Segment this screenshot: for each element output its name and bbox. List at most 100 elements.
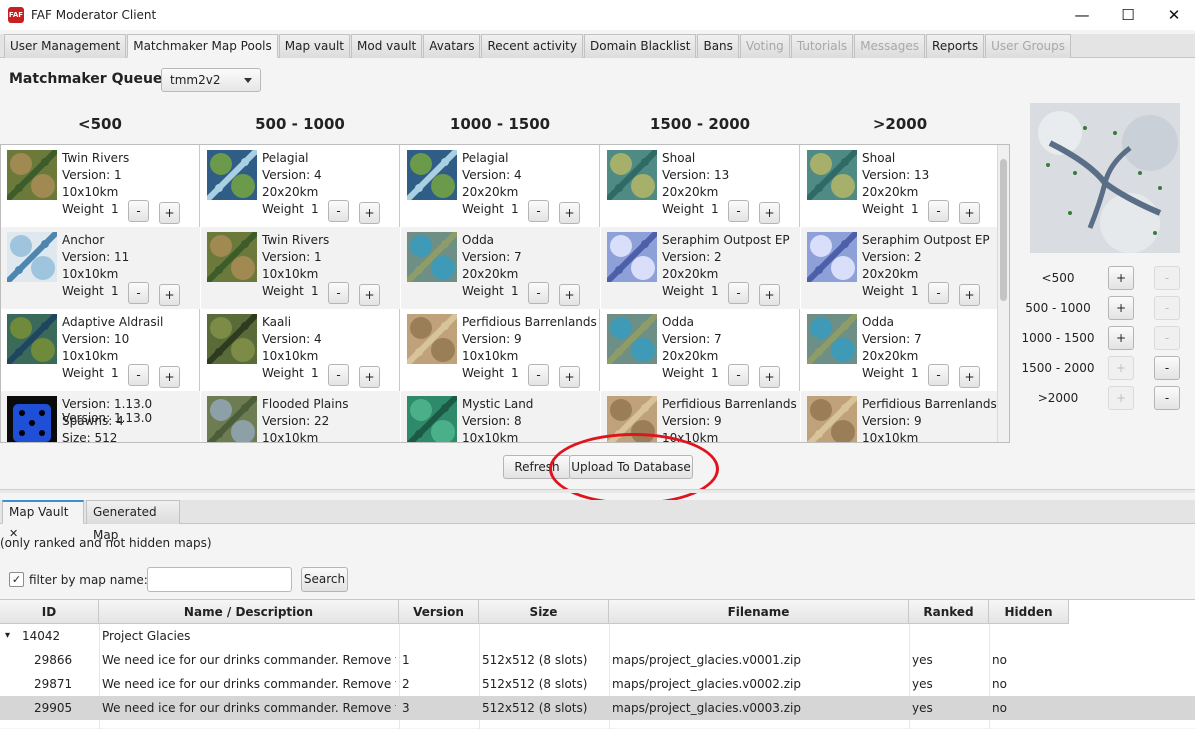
tab-user-management[interactable]: User Management bbox=[4, 34, 127, 58]
increase-weight-button[interactable]: + bbox=[159, 284, 180, 306]
decrease-weight-button[interactable]: - bbox=[328, 282, 349, 304]
tab-mod-vault[interactable]: Mod vault bbox=[351, 34, 423, 58]
column-header-id[interactable]: ID bbox=[0, 600, 99, 624]
weight-label: Weight bbox=[462, 284, 504, 298]
remove-from-bracket-button[interactable]: - bbox=[1154, 356, 1180, 380]
increase-weight-button[interactable]: + bbox=[159, 366, 180, 388]
map-pool-entry[interactable]: Twin Rivers Version: 1 10x10km Weight 1- + bbox=[1, 145, 200, 227]
decrease-weight-button[interactable]: - bbox=[128, 200, 149, 222]
map-version: Version: 1 bbox=[262, 250, 322, 264]
decrease-weight-button[interactable]: - bbox=[928, 200, 949, 222]
cell-hidden bbox=[992, 624, 1066, 648]
decrease-weight-button[interactable]: - bbox=[328, 200, 349, 222]
increase-weight-button[interactable]: + bbox=[359, 202, 380, 224]
tab-map-vault[interactable]: Map Vault ✕ bbox=[2, 500, 84, 540]
decrease-weight-button[interactable]: - bbox=[728, 364, 749, 386]
decrease-weight-button[interactable]: - bbox=[928, 364, 949, 386]
tab-bans[interactable]: Bans bbox=[697, 34, 739, 58]
column-header-hidden[interactable]: Hidden bbox=[989, 600, 1069, 624]
increase-weight-button[interactable]: + bbox=[559, 284, 580, 306]
add-to-bracket-button[interactable]: + bbox=[1108, 326, 1134, 350]
tab-domain-blacklist[interactable]: Domain Blacklist bbox=[583, 34, 697, 58]
tab-reports[interactable]: Reports bbox=[926, 34, 985, 58]
map-pool-entry[interactable]: Seraphim Outpost EP Version: 2 20x20km Weig… bbox=[801, 227, 1000, 309]
map-pool-entry[interactable]: Shoal Version: 13 20x20km Weight 1- + bbox=[801, 145, 1000, 227]
decrease-weight-button[interactable]: - bbox=[128, 282, 149, 304]
close-button[interactable]: ✕ bbox=[1151, 0, 1195, 30]
expand-toggle-icon[interactable]: ▾ bbox=[5, 624, 10, 648]
cell-name: We need ice for our drinks commander. Re… bbox=[102, 653, 396, 667]
increase-weight-button[interactable]: + bbox=[159, 202, 180, 224]
decrease-weight-button[interactable]: - bbox=[928, 282, 949, 304]
map-name: Odda bbox=[862, 315, 895, 329]
vault-filter-hint: (only ranked and not hidden maps) bbox=[0, 536, 212, 550]
cell-version bbox=[402, 624, 476, 648]
map-pool-entry[interactable]: Odda Version: 7 20x20km Weight 1- + bbox=[601, 309, 800, 391]
map-name-filter-input[interactable] bbox=[147, 567, 292, 592]
map-pool-entry[interactable]: Kaali Version: 4 10x10km Weight 1- + bbox=[201, 309, 400, 391]
map-pool-entry[interactable]: Seraphim Outpost EP Version: 2 20x20km Weig… bbox=[601, 227, 800, 309]
cell-version: 3 bbox=[402, 701, 410, 715]
add-to-bracket-label: 1500 - 2000 bbox=[1021, 361, 1095, 375]
map-thumbnail bbox=[407, 150, 457, 200]
filter-by-name-checkbox[interactable]: ✓ bbox=[9, 572, 24, 587]
map-pool-entry[interactable]: Pelagial Version: 4 20x20km Weight 1- + bbox=[401, 145, 600, 227]
map-pool-entry[interactable]: Anchor Version: 11 10x10km Weight 1- + bbox=[1, 227, 200, 309]
map-pool-entry[interactable]: Flooded Plains Version: 22 10x10km bbox=[201, 391, 400, 442]
decrease-weight-button[interactable]: - bbox=[128, 364, 149, 386]
map-thumbnail bbox=[7, 314, 57, 364]
decrease-weight-button[interactable]: - bbox=[528, 282, 549, 304]
increase-weight-button[interactable]: + bbox=[959, 202, 980, 224]
tab-matchmaker-map-pools[interactable]: Matchmaker Map Pools bbox=[127, 34, 278, 58]
increase-weight-button[interactable]: + bbox=[759, 202, 780, 224]
column-header-size[interactable]: Size bbox=[479, 600, 609, 624]
table-row[interactable]: 29871 We need ice for our drinks commande… bbox=[0, 672, 1195, 696]
increase-weight-button[interactable]: + bbox=[759, 366, 780, 388]
map-pool-entry[interactable]: Shoal Version: 13 20x20km Weight 1- + bbox=[601, 145, 800, 227]
remove-from-bracket-button[interactable]: - bbox=[1154, 386, 1180, 410]
increase-weight-button[interactable]: + bbox=[759, 284, 780, 306]
map-pool-scrollbar[interactable] bbox=[997, 145, 1009, 442]
map-pool-entry[interactable]: Version: 1.13.0 Spawns: 4 Version: 1.13.0 S… bbox=[1, 391, 200, 442]
column-header-filename[interactable]: Filename bbox=[609, 600, 909, 624]
column-header-version[interactable]: Version bbox=[399, 600, 479, 624]
minimize-button[interactable]: — bbox=[1059, 0, 1105, 30]
decrease-weight-button[interactable]: - bbox=[528, 364, 549, 386]
add-to-bracket-button[interactable]: + bbox=[1108, 296, 1134, 320]
map-pool-entry[interactable]: Mystic Land Version: 8 10x10km bbox=[401, 391, 600, 442]
column-header-name[interactable]: Name / Description bbox=[99, 600, 399, 624]
tab-generated-map[interactable]: Generated Map bbox=[86, 500, 180, 542]
map-pool-entry[interactable]: Odda Version: 7 20x20km Weight 1- + bbox=[401, 227, 600, 309]
tab-recent-activity[interactable]: Recent activity bbox=[481, 34, 583, 58]
decrease-weight-button[interactable]: - bbox=[728, 200, 749, 222]
tab-avatars[interactable]: Avatars bbox=[423, 34, 481, 58]
increase-weight-button[interactable]: + bbox=[559, 202, 580, 224]
table-row[interactable]: 29866 We need ice for our drinks commande… bbox=[0, 648, 1195, 672]
table-row[interactable]: 14042 Project Glacies ▾ bbox=[0, 624, 1195, 648]
map-info: Perfidious Barrenlands Version: 9 10x10km bbox=[662, 396, 797, 442]
map-pool-entry[interactable]: Perfidious Barrenlands Version: 9 10x10km W… bbox=[401, 309, 600, 391]
tab-map-vault[interactable]: Map vault bbox=[278, 34, 350, 58]
decrease-weight-button[interactable]: - bbox=[528, 200, 549, 222]
increase-weight-button[interactable]: + bbox=[959, 284, 980, 306]
increase-weight-button[interactable]: + bbox=[959, 366, 980, 388]
matchmaker-queue-select[interactable]: tmm2v2 bbox=[161, 68, 261, 92]
decrease-weight-button[interactable]: - bbox=[728, 282, 749, 304]
split-pane-divider[interactable] bbox=[0, 489, 1195, 493]
map-info: Shoal Version: 13 20x20km bbox=[862, 150, 929, 201]
increase-weight-button[interactable]: + bbox=[359, 366, 380, 388]
map-version: Version: 7 bbox=[462, 250, 522, 264]
map-pool-entry[interactable]: Perfidious Barrenlands Version: 9 10x10km bbox=[801, 391, 1000, 442]
column-header-ranked[interactable]: Ranked bbox=[909, 600, 989, 624]
map-pool-entry[interactable]: Twin Rivers Version: 1 10x10km Weight 1- + bbox=[201, 227, 400, 309]
increase-weight-button[interactable]: + bbox=[359, 284, 380, 306]
search-button[interactable]: Search bbox=[301, 567, 348, 592]
map-pool-entry[interactable]: Odda Version: 7 20x20km Weight 1- + bbox=[801, 309, 1000, 391]
add-to-bracket-button[interactable]: + bbox=[1108, 266, 1134, 290]
table-row[interactable]: 29905 We need ice for our drinks commande… bbox=[0, 696, 1195, 720]
map-pool-entry[interactable]: Adaptive Aldrasil Version: 10 10x10km Weigh… bbox=[1, 309, 200, 391]
map-pool-entry[interactable]: Pelagial Version: 4 20x20km Weight 1- + bbox=[201, 145, 400, 227]
increase-weight-button[interactable]: + bbox=[559, 366, 580, 388]
maximize-button[interactable]: ☐ bbox=[1105, 0, 1151, 30]
decrease-weight-button[interactable]: - bbox=[328, 364, 349, 386]
